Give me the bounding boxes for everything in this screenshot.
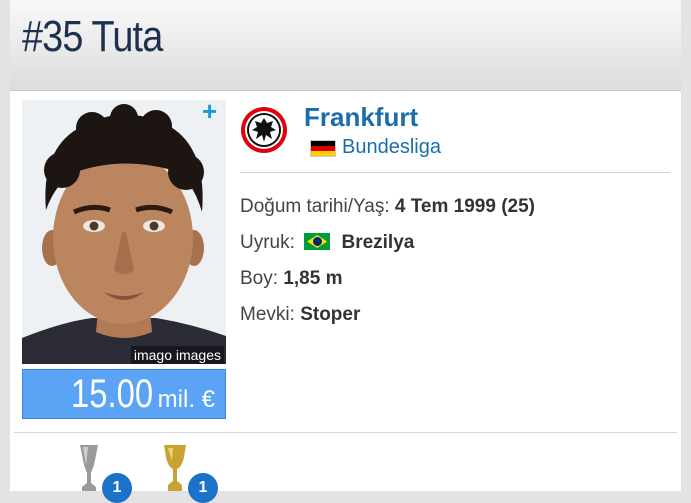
nationality-row: Uyruk: Brezilya [240, 232, 414, 254]
club-name-link[interactable]: Frankfurt [304, 102, 418, 133]
germany-flag-icon [310, 140, 336, 157]
player-photo[interactable]: imago images [22, 100, 226, 364]
page-header: #35 Tuta [10, 0, 681, 91]
club-crest-icon[interactable] [240, 106, 288, 154]
profile-frame: #35 Tuta imago images + 15.00 mil. € Fra… [10, 0, 681, 503]
brazil-flag-icon [304, 233, 331, 250]
page-title: #35 Tuta [22, 12, 163, 61]
height-label: Boy: [240, 268, 279, 289]
birth-label: Doğum tarihi/Yaş: [240, 196, 390, 217]
nationality-label: Uyruk: [240, 232, 295, 253]
trophy-row: 1 1 [14, 433, 677, 503]
divider [240, 172, 670, 173]
birth-value[interactable]: 4 Tem 1999 (25) [395, 196, 535, 217]
height-row: Boy: 1,85 m [240, 268, 342, 290]
trophy-count-badge: 1 [188, 473, 218, 503]
position-value: Stoper [300, 304, 361, 325]
player-portrait-image [22, 100, 226, 364]
add-favorite-icon[interactable]: + [202, 98, 217, 124]
height-value: 1,85 m [283, 268, 343, 289]
market-value-number: 15.00 [71, 372, 154, 416]
trophy-count-badge: 1 [102, 473, 132, 503]
player-card: imago images + 15.00 mil. € Frankfurt Bu… [14, 92, 677, 433]
nationality-value: Brezilya [341, 232, 415, 253]
position-label: Mevki: [240, 304, 295, 325]
birth-row: Doğum tarihi/Yaş: 4 Tem 1999 (25) [240, 196, 535, 218]
market-value-unit: mil. € [157, 386, 215, 413]
league-link[interactable]: Bundesliga [342, 136, 441, 159]
trophy-cup-icon[interactable] [76, 445, 102, 491]
trophy-gold-icon[interactable] [162, 445, 188, 491]
photo-credit: imago images [130, 346, 224, 364]
position-row: Mevki: Stoper [240, 304, 360, 326]
market-value-box[interactable]: 15.00 mil. € [22, 369, 226, 419]
